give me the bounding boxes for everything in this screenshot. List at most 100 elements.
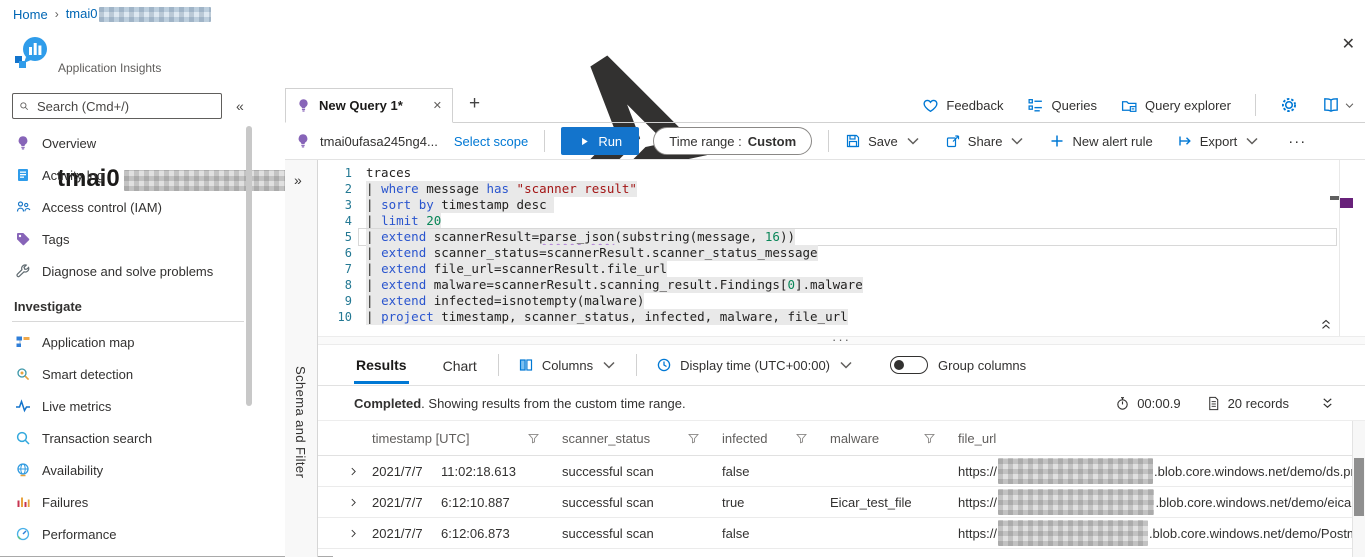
tab-results[interactable]: Results [354,347,409,384]
sidebar-item-failures[interactable]: Failures [0,486,256,518]
lightbulb-icon [14,135,31,152]
record-count-value: 20 records [1228,396,1289,411]
export-icon [1177,133,1193,149]
tab-close-icon[interactable]: ✕ [433,99,442,112]
tab-new-query-1[interactable]: New Query 1* ✕ [285,88,453,123]
sidebar-item-activity-log[interactable]: Activity log [0,159,256,191]
tab-chart[interactable]: Chart [441,348,479,382]
filter-icon[interactable] [923,432,936,445]
sidebar-item-overview[interactable]: Overview [0,127,256,159]
time-range-button[interactable]: Time range :Custom [653,127,812,155]
workspace: » Schema and Filter 1traces2| where mess… [285,160,1365,557]
share-button[interactable]: Share [945,133,1026,149]
expand-all-rows-icon[interactable] [1320,396,1335,411]
sidebar-item-access-control-iam[interactable]: Access control (IAM) [0,191,256,223]
breadcrumb-resource-link[interactable]: tmai0 [66,6,212,22]
editor-line-3[interactable]: 3| sort by timestamp desc [318,197,1365,213]
sidebar-item-label: Tags [42,232,69,247]
editor-line-9[interactable]: 9| extend infected=isnotempty(malware) [318,293,1365,309]
stopwatch-icon [1115,396,1130,411]
table-row-1[interactable]: 2021/7/711:02:18.613successful scanfalse… [318,456,1365,487]
sidebar-item-tags[interactable]: Tags [0,223,256,255]
run-button[interactable]: Run [561,127,639,155]
line-number: 9 [318,293,352,309]
pulse-icon [14,398,31,415]
settings-button[interactable] [1280,96,1298,114]
breadcrumb-home-link[interactable]: Home [13,7,48,22]
filter-icon[interactable] [795,432,808,445]
line-number: 7 [318,261,352,277]
sidebar-item-smart-detection[interactable]: Smart detection [0,358,256,390]
globe-icon [14,462,31,479]
cell-infected: false [722,526,830,541]
filter-icon[interactable] [527,432,540,445]
command-bar-more-button[interactable]: ··· [1288,133,1306,150]
cell-malware: Eicar_test_file [830,495,958,510]
code-text: | where message has "scanner result" [366,181,637,197]
sidebar-scrollbar[interactable] [246,126,252,406]
sidebar-item-label: Overview [42,136,96,151]
ruler-warning-mark [1340,198,1353,208]
application-insights-logo-icon [13,35,49,71]
feedback-button[interactable]: Feedback [922,97,1003,114]
editor-line-1[interactable]: 1traces [318,165,1365,181]
editor-line-5[interactable]: 5| extend scannerResult=parse_json(subst… [318,229,1365,245]
schema-expand-button[interactable]: » [294,172,302,188]
sidebar-item-availability[interactable]: Availability [0,454,256,486]
row-expand-button[interactable] [334,466,372,477]
row-expand-button[interactable] [334,497,372,508]
table-row-2[interactable]: 2021/7/76:12:10.887successful scantrueEi… [318,487,1365,518]
editor-line-4[interactable]: 4| limit 20 [318,213,1365,229]
query-explorer-button[interactable]: Query explorer [1121,97,1231,114]
save-button[interactable]: Save [845,133,921,149]
column-header-infected[interactable]: infected [722,421,830,455]
column-header-file-url[interactable]: file_url [958,421,1365,455]
columns-dropdown[interactable]: Columns [518,357,617,373]
cell-file-url: https://.blob.core.windows.net/demo/Post… [958,520,1365,546]
display-time-dropdown[interactable]: Display time (UTC+00:00) [656,357,854,373]
sidebar-search-box[interactable] [12,93,222,119]
close-blade-icon[interactable]: ✕ [1342,34,1355,54]
sidebar-item-application-map[interactable]: Application map [0,326,256,358]
sidebar-item-live-metrics[interactable]: Live metrics [0,390,256,422]
filter-icon[interactable] [687,432,700,445]
group-columns-label: Group columns [938,358,1026,373]
heart-icon [922,97,939,114]
editor-line-10[interactable]: 10| project timestamp, scanner_status, i… [318,309,1365,325]
select-scope-link[interactable]: Select scope [454,134,528,149]
redacted-storage-account [998,489,1154,515]
column-header-timestamp-utc[interactable]: timestamp [UTC] [372,421,562,455]
new-alert-rule-button[interactable]: New alert rule [1049,133,1152,149]
table-row-3[interactable]: 2021/7/76:12:06.873successful scanfalseh… [318,518,1365,549]
queries-button[interactable]: Queries [1027,97,1097,114]
column-header-malware[interactable]: malware [830,421,958,455]
row-expand-button[interactable] [334,528,372,539]
column-label: scanner_status [562,431,650,446]
column-header-scanner-status[interactable]: scanner_status [562,421,722,455]
records-icon [1206,396,1221,411]
editor-line-2[interactable]: 2| where message has "scanner result" [318,181,1365,197]
editor-line-7[interactable]: 7| extend file_url=scannerResult.file_ur… [318,261,1365,277]
table-scrollbar[interactable] [1352,421,1365,557]
sidebar-collapse-button[interactable]: « [236,98,244,114]
query-editor[interactable]: 1traces2| where message has "scanner res… [318,160,1365,336]
search-input[interactable] [35,98,215,115]
breadcrumb: Home › tmai0 [13,6,211,22]
collapse-editor-icon[interactable] [1319,317,1333,331]
sidebar-item-diagnose-and-solve-problems[interactable]: Diagnose and solve problems [0,255,256,287]
code-text: | limit 20 [366,213,441,229]
cell-timestamp: 2021/7/711:02:18.613 [372,464,562,479]
pane-splitter[interactable]: ··· [318,336,1365,345]
new-tab-button[interactable]: + [469,93,480,115]
editor-line-8[interactable]: 8| extend malware=scannerResult.scanning… [318,277,1365,293]
chevron-down-icon [601,357,617,373]
reference-pane-button[interactable] [1322,96,1355,114]
column-label: timestamp [UTC] [372,431,470,446]
scrollbar-thumb[interactable] [1354,458,1364,516]
export-button[interactable]: Export [1177,133,1261,149]
sidebar-item-transaction-search[interactable]: Transaction search [0,422,256,454]
schema-filter-label: Schema and Filter [293,366,308,478]
group-columns-toggle[interactable] [890,356,928,374]
sidebar-item-performance[interactable]: Performance [0,518,256,550]
editor-line-6[interactable]: 6| extend scanner_status=scannerResult.s… [318,245,1365,261]
